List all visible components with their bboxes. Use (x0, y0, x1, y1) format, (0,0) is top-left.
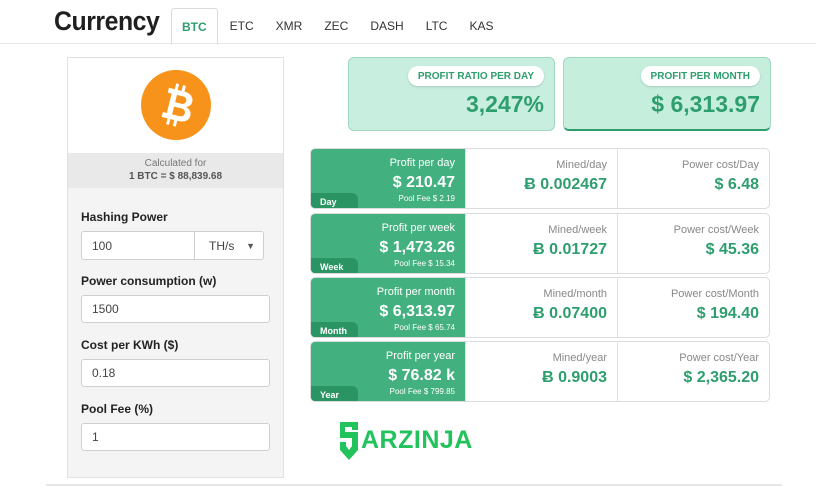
bottom-divider (46, 484, 782, 486)
mined-label: Mined/year (552, 352, 607, 364)
mined-value: Ƀ 0.9003 (542, 369, 607, 386)
pool-fee: Pool Fee $ 65.74 (394, 323, 455, 332)
power-cost-cell: Power cost/Week $ 45.36 (617, 214, 769, 273)
power-cost-cell: Power cost/Month $ 194.40 (617, 278, 769, 337)
mined-value: Ƀ 0.002467 (524, 176, 607, 193)
profit-month-card: PROFIT PER MONTH $ 6,313.97 (563, 57, 771, 131)
power-cost-cell: Power cost/Day $ 6.48 (617, 149, 769, 208)
period-badge: Week (311, 258, 358, 273)
calculated-for-box: Calculated for 1 BTC = $ 88,839.68 (68, 153, 283, 188)
arzinja-watermark: ARZINJA (337, 420, 487, 464)
row-day: Profit per day $ 210.47 Pool Fee $ 2.19 … (310, 148, 770, 209)
hashrate-unit-select[interactable]: TH/s ▼ (194, 231, 264, 260)
power-cost-value: $ 6.48 (714, 176, 759, 193)
calculator-panel: Calculated for 1 BTC = $ 88,839.68 Hashi… (67, 57, 284, 478)
mined-cell: Mined/year Ƀ 0.9003 (465, 342, 617, 401)
profit-label: Profit per week (381, 222, 455, 234)
period-badge: Month (311, 322, 358, 337)
profit-month-value: $ 6,313.97 (651, 91, 760, 117)
profit-value: $ 6,313.97 (379, 303, 455, 320)
profit-label: Profit per day (389, 157, 455, 169)
pool-fee-label: Pool Fee (%) (81, 402, 154, 416)
mined-value: Ƀ 0.01727 (533, 241, 607, 258)
watermark-text: ARZINJA (361, 426, 473, 454)
period-badge: Year (311, 386, 358, 401)
tab-xmr[interactable]: XMR (266, 8, 313, 44)
pool-fee-input[interactable]: 1 (81, 423, 270, 451)
profit-value: $ 76.82 k (388, 367, 455, 384)
tab-zec[interactable]: ZEC (314, 8, 358, 44)
power-consumption-input[interactable]: 1500 (81, 295, 270, 323)
coin-logo-box (68, 58, 283, 153)
calculated-for-label: Calculated for (144, 158, 207, 169)
tab-etc[interactable]: ETC (220, 8, 264, 44)
profit-cell: Profit per week $ 1,473.26 Pool Fee $ 15… (311, 214, 465, 273)
profit-label: Profit per year (385, 350, 455, 362)
profit-month-badge: PROFIT PER MONTH (640, 66, 760, 86)
power-cost-label: Power cost/Month (670, 288, 759, 300)
profit-value: $ 1,473.26 (379, 239, 455, 256)
header: Currency BTC ETC XMR ZEC DASH LTC KAS (0, 0, 816, 45)
profit-ratio-value: 3,247% (465, 91, 544, 117)
page-title: Currency (54, 6, 160, 36)
power-consumption-label: Power consumption (w) (81, 274, 217, 288)
profit-cell: Profit per year $ 76.82 k Pool Fee $ 799… (311, 342, 465, 401)
pool-fee: Pool Fee $ 15.34 (394, 259, 455, 268)
mined-cell: Mined/month Ƀ 0.07400 (465, 278, 617, 337)
hashrate-unit-value: TH/s (209, 238, 235, 253)
pool-fee: Pool Fee $ 2.19 (398, 194, 455, 203)
row-week: Profit per week $ 1,473.26 Pool Fee $ 15… (310, 213, 770, 274)
hashing-power-input[interactable]: 100 (81, 231, 194, 260)
chevron-down-icon: ▼ (246, 240, 255, 251)
power-cost-value: $ 194.40 (696, 305, 759, 322)
mined-cell: Mined/week Ƀ 0.01727 (465, 214, 617, 273)
mined-label: Mined/day (556, 159, 607, 171)
power-cost-value: $ 2,365.20 (683, 369, 759, 386)
row-year: Profit per year $ 76.82 k Pool Fee $ 799… (310, 341, 770, 402)
currency-tabs: BTC ETC XMR ZEC DASH LTC KAS (171, 8, 505, 45)
tab-ltc[interactable]: LTC (416, 8, 458, 44)
mined-cell: Mined/day Ƀ 0.002467 (465, 149, 617, 208)
mined-value: Ƀ 0.07400 (533, 305, 607, 322)
power-cost-label: Power cost/Week (673, 224, 759, 236)
profit-ratio-card: PROFIT RATIO PER DAY 3,247% (348, 57, 555, 131)
mined-label: Mined/week (548, 224, 607, 236)
cost-per-kwh-input[interactable]: 0.18 (81, 359, 270, 387)
power-cost-value: $ 45.36 (705, 241, 759, 258)
pool-fee: Pool Fee $ 799.85 (389, 387, 455, 396)
tab-dash[interactable]: DASH (360, 8, 413, 44)
profit-ratio-badge: PROFIT RATIO PER DAY (407, 66, 544, 86)
hashing-power-label: Hashing Power (81, 210, 168, 224)
tab-kas[interactable]: KAS (459, 8, 503, 44)
power-cost-cell: Power cost/Year $ 2,365.20 (617, 342, 769, 401)
mined-label: Mined/month (543, 288, 607, 300)
power-cost-label: Power cost/Year (679, 352, 759, 364)
header-divider (0, 43, 816, 44)
arzinja-logo-icon (340, 422, 358, 460)
profit-value: $ 210.47 (392, 174, 455, 191)
row-month: Profit per month $ 6,313.97 Pool Fee $ 6… (310, 277, 770, 338)
tab-btc[interactable]: BTC (171, 8, 218, 45)
cost-per-kwh-label: Cost per KWh ($) (81, 338, 179, 352)
profit-cell: Profit per day $ 210.47 Pool Fee $ 2.19 … (311, 149, 465, 208)
profit-label: Profit per month (376, 286, 455, 298)
bitcoin-logo-icon (141, 70, 211, 140)
btc-price: 1 BTC = $ 88,839.68 (128, 171, 223, 182)
period-badge: Day (311, 193, 358, 208)
profit-cell: Profit per month $ 6,313.97 Pool Fee $ 6… (311, 278, 465, 337)
hashing-power-group: 100 TH/s ▼ (81, 231, 264, 260)
power-cost-label: Power cost/Day (681, 159, 759, 171)
